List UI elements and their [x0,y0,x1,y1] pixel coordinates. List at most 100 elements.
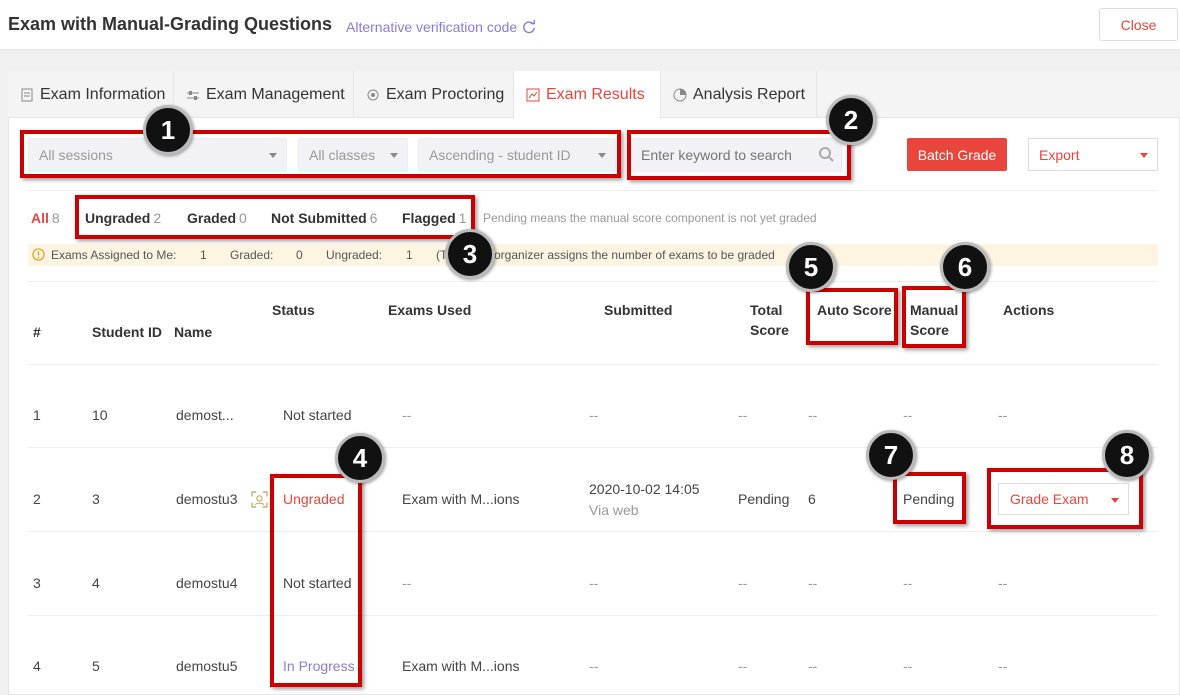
divider [28,190,1158,191]
info-icon [32,248,45,261]
cell-actions: -- [998,575,1008,591]
col-header-submitted[interactable]: Submitted [604,300,672,320]
callout-1: 1 [143,105,193,155]
tab-exam-information[interactable]: Exam Information [8,71,174,118]
tab-label: Exam Proctoring [386,85,505,103]
cell-manual-score: -- [903,575,913,591]
banner-assigned-count: 1 [200,248,207,262]
alternative-code-link[interactable]: Alternative verification code [346,19,517,35]
cell-exams-used: -- [402,407,412,423]
divider [28,615,1158,616]
cell-num: 2 [33,491,41,507]
divider [28,281,1158,282]
cell-exams-used[interactable]: Exam with M...ions [402,656,519,676]
tab-exam-results[interactable]: Exam Results [514,71,661,119]
cell-submitted: -- [589,658,599,674]
cell-submitted: -- [589,407,599,423]
banner-ungraded-count: 1 [406,248,413,262]
cell-auto-score: -- [808,575,818,591]
annotation-box-manual-score [902,286,966,348]
cell-submitted-via: Via web [589,502,639,518]
cell-name: demostu4 [176,575,238,591]
divider [28,531,1158,532]
cell-num: 4 [33,658,41,674]
annotation-box-search [627,130,851,180]
cell-name: demost... [176,407,234,423]
col-header-status: Status [272,302,315,318]
banner-tip: organizer assigns the number of exams to… [494,248,775,262]
page-header: Exam with Manual-Grading Questions Alter… [0,0,1180,50]
status-note: Pending means the manual score component… [483,211,817,225]
callout-6: 6 [940,242,990,292]
callout-4: 4 [335,433,385,483]
cell-student-id: 5 [92,658,100,674]
export-label: Export [1039,146,1080,163]
col-header-exams-used: Exams Used [388,302,472,318]
cell-student-id: 10 [92,407,108,423]
pie-icon [673,88,687,101]
tab-analysis-report[interactable]: Analysis Report [661,71,817,118]
filter-all[interactable]: All 8 [31,210,60,226]
divider [28,364,1158,365]
callout-2: 2 [826,95,876,145]
col-header-name: Name [174,324,213,340]
cell-submitted: -- [589,575,599,591]
callout-8: 8 [1102,430,1152,480]
banner-label: Exams Assigned to Me: [51,248,177,262]
export-select[interactable]: Export [1028,138,1158,171]
annotation-box-filters [20,130,621,178]
filter-count: 8 [51,210,60,226]
filter-label: All [31,210,49,226]
cell-exams-used: -- [402,575,412,591]
chevron-down-icon [1140,153,1148,158]
cell-manual-score: -- [903,407,913,423]
tab-label: Analysis Report [693,85,806,103]
face-scan-icon[interactable] [251,491,268,508]
cell-auto-score: 6 [808,491,816,507]
cell-auto-score: -- [808,658,818,674]
banner-graded-label: Graded: [230,248,274,262]
col-header-num: # [33,324,41,340]
col-header-actions: Actions [1003,302,1055,318]
refresh-icon[interactable] [522,20,536,34]
cell-name: demostu5 [176,658,238,674]
divider [28,447,1158,448]
col-header-total-score-2: Score [750,322,789,338]
cell-actions: -- [998,407,1008,423]
callout-5: 5 [786,242,836,292]
tab-label: Exam Information [40,85,166,103]
cell-num: 1 [33,407,41,423]
cell-total-score: -- [738,658,748,674]
banner-ungraded-label: Ungraded: [326,248,383,262]
banner-graded-count: 0 [296,248,303,262]
tab-label: Exam Results [546,86,645,103]
eye-icon [367,89,379,100]
cell-total-score: Pending [738,491,790,507]
cell-total-score: -- [738,407,748,423]
annotation-box-status-filters [75,195,475,239]
tab-exam-management[interactable]: Exam Management [174,71,354,118]
page-title: Exam with Manual-Grading Questions [8,14,333,34]
callout-7: 7 [866,430,916,480]
cell-actions: -- [998,658,1008,674]
cell-name: demostu3 [176,491,238,507]
cell-total-score: -- [738,575,748,591]
cell-num: 3 [33,575,41,591]
document-icon [21,88,33,101]
tab-label: Exam Management [206,85,345,103]
tab-exam-proctoring[interactable]: Exam Proctoring [354,71,514,118]
batch-grade-button[interactable]: Batch Grade [907,138,1007,171]
cell-student-id: 3 [92,491,100,507]
sliders-icon [187,90,199,100]
cell-submitted: 2020-10-02 14:05 [589,481,700,497]
cell-manual-score: -- [903,658,913,674]
col-header-total-score[interactable]: Total [750,300,782,320]
col-header-student-id[interactable]: Student ID [92,322,162,342]
annotation-box-pending [893,472,966,524]
annotation-box-auto-score [806,288,898,345]
cell-exams-used[interactable]: Exam with M...ions [402,489,519,509]
close-button[interactable]: Close [1099,8,1178,41]
annotation-box-status-column [270,474,362,687]
callout-3: 3 [445,229,495,279]
cell-auto-score: -- [808,407,818,423]
